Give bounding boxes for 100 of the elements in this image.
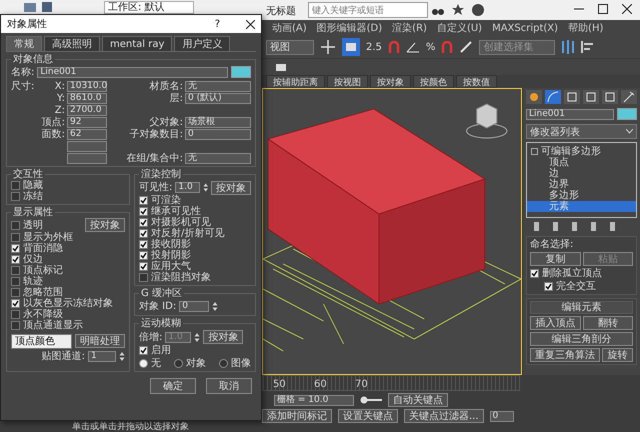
radio-button[interactable] <box>139 359 148 368</box>
checkbox[interactable] <box>139 196 148 205</box>
checkbox[interactable] <box>11 220 20 230</box>
checkbox[interactable] <box>530 269 539 278</box>
star-icon[interactable] <box>452 4 464 16</box>
checkbox[interactable] <box>11 310 20 319</box>
spinner-arrows-icon[interactable] <box>202 182 208 193</box>
panel-button[interactable]: 编辑三角剖分 <box>530 332 633 346</box>
menu-item[interactable]: 自定义(U) <box>436 21 482 35</box>
snap-button[interactable]: 按视图 <box>327 75 368 88</box>
camera-icon[interactable] <box>276 64 286 70</box>
spinner-arrows-icon[interactable] <box>119 350 125 362</box>
color-mode-dropdown[interactable]: 顶点颜色 <box>11 334 72 348</box>
name-field[interactable]: Line001 <box>37 66 228 78</box>
maximize-icon[interactable] <box>598 4 608 14</box>
panel-button[interactable]: 重复三角算法 <box>530 348 600 362</box>
workspace-dropdown[interactable]: 工作区: 默认 <box>104 0 194 14</box>
search-field[interactable]: 键入关键字或短语 <box>308 2 428 18</box>
spinner-arrows-icon[interactable] <box>212 300 218 312</box>
object-color-swatch[interactable] <box>617 108 637 120</box>
modifier-stack-item[interactable]: 多边形 <box>527 190 636 201</box>
radio-button[interactable] <box>174 359 183 368</box>
modifier-list-dropdown[interactable]: 修改器列表 <box>526 124 637 139</box>
snap-toggle-label[interactable]: 2.5 <box>366 42 382 52</box>
visibility-field[interactable]: 1.0 <box>175 182 200 193</box>
angle-snap-icon[interactable] <box>406 41 420 53</box>
snap-button[interactable]: 按数值 <box>456 75 497 88</box>
by-object-button[interactable]: 按对象 <box>211 180 251 194</box>
checkbox[interactable] <box>11 192 20 201</box>
checkbox[interactable] <box>139 273 148 282</box>
view-dropdown[interactable]: 视图 <box>266 40 314 54</box>
checkbox[interactable] <box>139 207 148 216</box>
checkbox[interactable] <box>139 251 148 260</box>
viewport[interactable] <box>262 88 522 375</box>
checkbox[interactable] <box>11 233 20 242</box>
shading-button[interactable]: 明暗处理 <box>75 334 125 348</box>
snap-button[interactable]: 按颜色 <box>413 75 454 88</box>
panel-button[interactable]: 复制 <box>530 252 580 266</box>
checkbox[interactable] <box>139 346 148 355</box>
snap-button[interactable]: 按辅助距离 <box>266 75 325 88</box>
help-button[interactable]: ? <box>214 18 220 30</box>
menu-item[interactable]: MAXScript(X) <box>492 22 558 34</box>
modifier-stack-item[interactable]: 边界 <box>527 179 636 190</box>
menu-item[interactable]: 图形编辑器(D) <box>316 21 382 35</box>
help-icon[interactable] <box>472 4 484 16</box>
checkbox[interactable] <box>544 282 553 291</box>
panel-button[interactable]: 插入顶点 <box>530 316 580 330</box>
hammer-icon[interactable] <box>621 90 637 104</box>
close-icon[interactable] <box>246 20 255 28</box>
modifier-stack-item[interactable]: 顶点 <box>527 157 636 168</box>
add-time-tag-button[interactable]: 添加时间标记 <box>262 409 332 423</box>
set-key-button[interactable]: 设置关键点 <box>338 409 398 423</box>
checkbox[interactable] <box>139 218 148 227</box>
auto-key-button[interactable]: 自动关键点 <box>388 393 448 407</box>
checkbox[interactable] <box>139 262 148 271</box>
menu-item[interactable]: 动画(A) <box>272 21 307 35</box>
dialog-button[interactable]: 确定 <box>150 378 196 394</box>
object-name-field[interactable]: Line001 <box>526 108 614 120</box>
modifier-stack-item[interactable]: 边 <box>527 168 636 179</box>
viewcube-icon[interactable] <box>466 103 508 138</box>
dialog-tab[interactable]: mental ray <box>102 36 172 51</box>
collapse-icon[interactable] <box>531 148 538 155</box>
dialog-button[interactable]: 取消 <box>206 378 252 394</box>
dialog-tab[interactable]: 常规 <box>6 36 42 51</box>
menu-item[interactable]: 渲染(R) <box>392 21 427 35</box>
frame-field[interactable]: 0 <box>490 410 514 422</box>
checkbox[interactable] <box>11 266 20 275</box>
object-color-swatch[interactable] <box>231 66 251 78</box>
pencil-icon[interactable] <box>459 40 474 54</box>
checkbox[interactable] <box>11 299 20 308</box>
checkbox[interactable] <box>11 181 20 190</box>
modifier-stack-item[interactable]: 可编辑多边形 <box>527 146 636 157</box>
rollout-title[interactable]: 编辑元素 <box>530 301 633 314</box>
modifier-stack-item[interactable]: 元素 <box>527 201 636 212</box>
align-icon[interactable] <box>581 40 596 54</box>
checkbox[interactable] <box>11 255 20 264</box>
dialog-tab[interactable]: 高级照明 <box>44 36 100 51</box>
key-filters-button[interactable]: 关键点过滤器... <box>404 409 484 423</box>
close-icon[interactable] <box>622 4 632 14</box>
by-object-button[interactable]: 按对象 <box>85 218 125 232</box>
checkbox[interactable] <box>11 277 20 286</box>
select-object-icon[interactable] <box>342 38 360 56</box>
curve-icon[interactable] <box>545 90 561 104</box>
snap-button[interactable]: 按对象 <box>370 75 411 88</box>
checkbox[interactable] <box>11 288 20 297</box>
panel-button[interactable]: 翻转 <box>582 316 633 330</box>
by-object-button[interactable]: 按对象 <box>203 330 244 344</box>
checkbox[interactable] <box>11 321 20 330</box>
key-icon[interactable] <box>360 396 382 404</box>
spinner-arrows-icon[interactable] <box>194 332 200 342</box>
checkbox[interactable] <box>139 229 148 238</box>
timeline-track[interactable]: 50 60 70 <box>262 375 520 391</box>
menu-item[interactable]: 帮助(H) <box>568 21 604 35</box>
object-id-field[interactable]: 0 <box>179 300 210 312</box>
move-icon[interactable] <box>320 39 336 55</box>
map-channel-field[interactable]: 1 <box>88 350 116 362</box>
dialog-tab[interactable]: 用户定义 <box>174 36 230 51</box>
radio-button[interactable] <box>219 359 228 368</box>
percent-snap-label[interactable]: % <box>426 42 436 52</box>
mirror-icon[interactable] <box>561 40 576 54</box>
